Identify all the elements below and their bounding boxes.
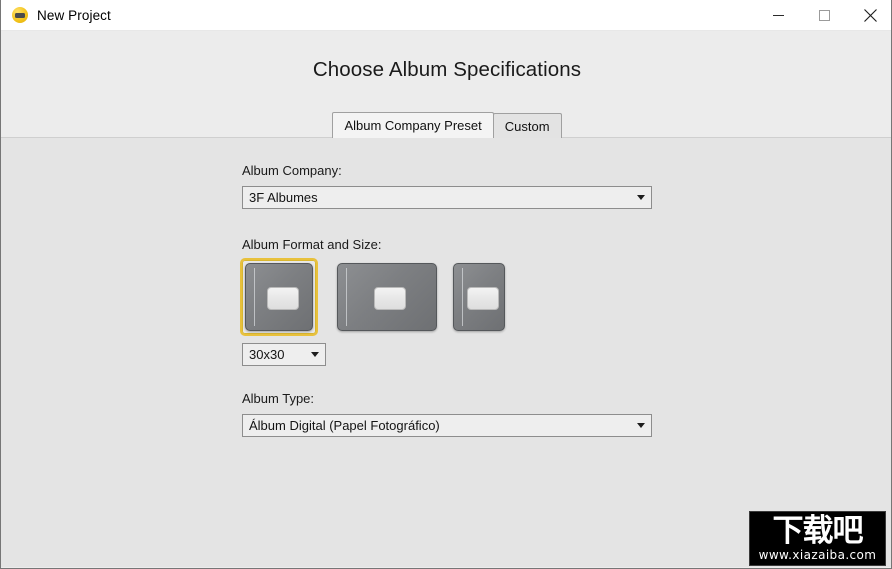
watermark-logo-text: 下载吧 xyxy=(773,515,863,548)
watermark: 下载吧 www.xiazaiba.com xyxy=(749,511,886,566)
tab-panel-album-company-preset: Album Company: 3F Albumes Album Format a… xyxy=(1,137,891,567)
album-book-landscape-icon xyxy=(337,263,437,331)
book-spine xyxy=(462,268,463,326)
book-cover-window xyxy=(467,287,499,310)
album-type-select[interactable]: Álbum Digital (Papel Fotográfico) xyxy=(242,414,652,437)
album-format-option-portrait[interactable] xyxy=(448,258,510,336)
book-spine xyxy=(254,268,255,326)
chevron-down-icon xyxy=(631,187,651,208)
album-app-icon xyxy=(12,7,28,23)
album-size-value: 30x30 xyxy=(243,347,305,362)
window-controls xyxy=(755,0,892,31)
book-spine xyxy=(346,268,347,326)
tab-album-company-preset[interactable]: Album Company Preset xyxy=(332,112,493,138)
album-format-and-size-label: Album Format and Size: xyxy=(242,237,381,252)
minimize-button[interactable] xyxy=(755,0,801,31)
tab-custom[interactable]: Custom xyxy=(493,113,562,138)
chevron-down-icon xyxy=(631,415,651,436)
chevron-down-icon xyxy=(305,344,325,365)
tab-strip: Album Company Preset Custom xyxy=(1,112,892,138)
close-icon xyxy=(864,9,877,22)
album-company-select[interactable]: 3F Albumes xyxy=(242,186,652,209)
book-cover-window xyxy=(267,287,299,310)
title-bar: New Project xyxy=(1,0,892,31)
watermark-url: www.xiazaiba.com xyxy=(759,548,877,562)
close-button[interactable] xyxy=(847,0,892,31)
page-title: Choose Album Specifications xyxy=(1,58,892,82)
window-title: New Project xyxy=(37,8,111,23)
album-book-portrait-icon xyxy=(453,263,505,331)
new-project-window: New Project Choose Album Specifications xyxy=(0,0,892,569)
album-format-option-landscape[interactable] xyxy=(332,258,442,336)
maximize-button[interactable] xyxy=(801,0,847,31)
minimize-icon xyxy=(773,10,784,21)
album-type-label: Album Type: xyxy=(242,391,314,406)
album-company-label: Album Company: xyxy=(242,163,342,178)
album-format-option-square[interactable] xyxy=(240,258,318,336)
album-book-square-icon xyxy=(245,263,313,331)
album-company-value: 3F Albumes xyxy=(243,190,631,205)
book-cover-window xyxy=(374,287,406,310)
tab-custom-label: Custom xyxy=(505,119,550,134)
album-type-value: Álbum Digital (Papel Fotográfico) xyxy=(243,418,631,433)
maximize-icon xyxy=(819,10,830,21)
album-size-select[interactable]: 30x30 xyxy=(242,343,326,366)
tab-album-company-preset-label: Album Company Preset xyxy=(344,118,481,133)
